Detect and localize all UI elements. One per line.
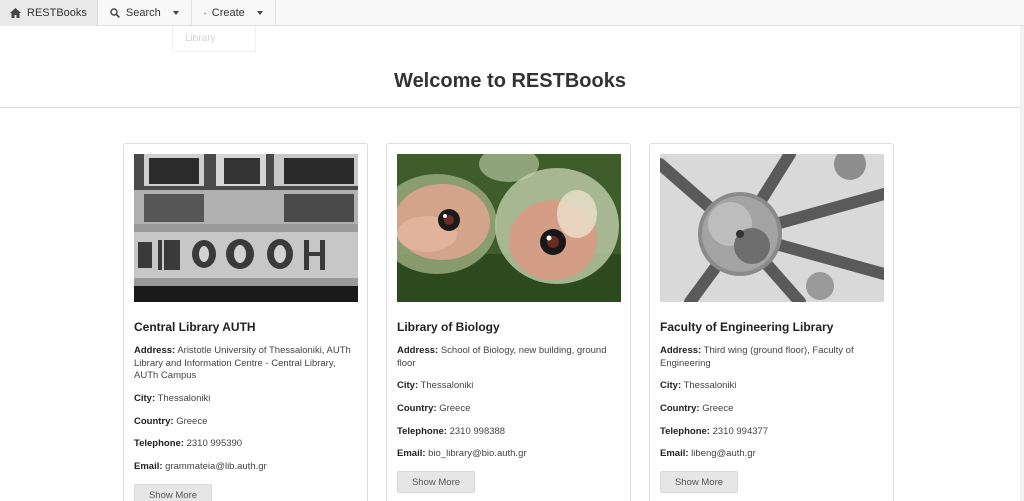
library-card: Central Library AUTH Address: Aristotle …	[123, 143, 368, 501]
email-label: Email:	[134, 461, 163, 472]
address-label: Address:	[660, 345, 702, 356]
library-image	[660, 154, 884, 302]
city-label: City:	[134, 393, 156, 404]
library-address: Address: School of Biology, new building…	[397, 345, 619, 370]
telephone-value: 2310 998388	[449, 426, 506, 437]
country-value: Greece	[702, 403, 734, 414]
library-email: Email: grammateia@lib.auth.gr	[134, 461, 356, 474]
chevron-down-icon	[256, 11, 263, 15]
library-name: Faculty of Engineering Library	[660, 320, 834, 334]
library-card: Library of Biology Address: School of Bi…	[386, 143, 631, 501]
city-value: Thessaloniki	[683, 380, 737, 391]
show-more-button[interactable]: Show More	[660, 471, 738, 493]
library-country: Country: Greece	[660, 403, 882, 416]
page-header	[0, 26, 1020, 108]
country-label: Country:	[134, 416, 174, 427]
country-label: Country:	[660, 403, 700, 414]
page-scrollbar[interactable]	[1020, 26, 1024, 501]
telephone-label: Telephone:	[134, 438, 184, 449]
create-menu-toggle[interactable]: Create	[192, 0, 276, 26]
show-more-button[interactable]: Show More	[397, 471, 475, 493]
city-label: City:	[660, 380, 682, 391]
library-city: City: Thessaloniki	[134, 393, 356, 406]
address-label: Address:	[397, 345, 439, 356]
library-country: Country: Greece	[397, 403, 619, 416]
telephone-value: 2310 995390	[186, 438, 243, 449]
search-icon	[110, 8, 120, 18]
library-city: City: Thessaloniki	[660, 380, 882, 393]
plus-icon	[203, 12, 206, 14]
embryo-photo-icon	[397, 154, 621, 302]
library-country: Country: Greece	[134, 416, 356, 429]
city-value: Thessaloniki	[157, 393, 211, 404]
library-telephone: Telephone: 2310 994377	[660, 426, 882, 439]
atomium-photo-icon	[660, 154, 884, 302]
library-telephone: Telephone: 2310 998388	[397, 426, 619, 439]
telephone-label: Telephone:	[660, 426, 710, 437]
library-address: Address: Aristotle University of Thessal…	[134, 345, 356, 383]
city-label: City:	[397, 380, 419, 391]
library-email: Email: libeng@auth.gr	[660, 448, 882, 461]
page-title: Welcome to RESTBooks	[394, 70, 626, 92]
country-label: Country:	[397, 403, 437, 414]
email-value: libeng@auth.gr	[691, 448, 756, 459]
email-value: grammateia@lib.auth.gr	[165, 461, 267, 472]
show-more-button[interactable]: Show More	[134, 484, 212, 501]
library-name: Library of Biology	[397, 320, 500, 334]
search-menu-toggle[interactable]: Search	[98, 0, 192, 26]
library-card: Faculty of Engineering Library Address: …	[649, 143, 894, 501]
home-nav-link[interactable]: RESTBooks	[0, 0, 98, 26]
create-menu-label: Create	[211, 7, 245, 19]
home-icon	[10, 8, 21, 18]
address-label: Address:	[134, 345, 176, 356]
city-value: Thessaloniki	[420, 380, 474, 391]
building-sign-photo-icon	[134, 154, 358, 302]
library-image	[134, 154, 358, 302]
search-menu-label: Search	[125, 7, 161, 19]
library-address: Address: Third wing (ground floor), Facu…	[660, 345, 882, 370]
library-city: City: Thessaloniki	[397, 380, 619, 393]
country-value: Greece	[439, 403, 471, 414]
library-name: Central Library AUTH	[134, 320, 256, 334]
telephone-value: 2310 994377	[712, 426, 769, 437]
email-value: bio_library@bio.auth.gr	[428, 448, 527, 459]
telephone-label: Telephone:	[397, 426, 447, 437]
chevron-down-icon	[172, 11, 179, 15]
email-label: Email:	[397, 448, 426, 459]
library-email: Email: bio_library@bio.auth.gr	[397, 448, 619, 461]
library-image	[397, 154, 621, 302]
top-navbar: RESTBooks Search Create	[0, 0, 1024, 26]
library-telephone: Telephone: 2310 995390	[134, 438, 356, 451]
email-label: Email:	[660, 448, 689, 459]
country-value: Greece	[176, 416, 208, 427]
brand-label: RESTBooks	[27, 7, 87, 19]
